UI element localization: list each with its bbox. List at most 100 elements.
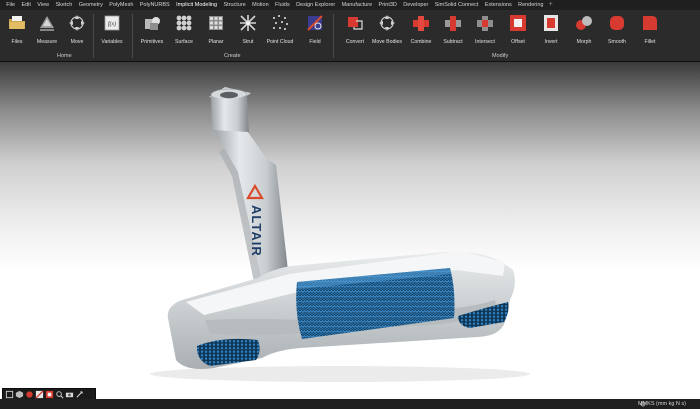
- strut-label: Strut: [242, 39, 254, 45]
- menu-file[interactable]: File: [3, 0, 18, 10]
- variables-icon: f(x): [104, 15, 120, 31]
- ribbon-separator: [333, 14, 334, 58]
- menu-implicit-modeling[interactable]: Implicit Modeling: [172, 0, 221, 11]
- convert-button[interactable]: Convert: [338, 12, 372, 52]
- strut-lattice-icon: [240, 15, 256, 31]
- variables-label: Variables: [101, 39, 123, 45]
- subtract-icon: [445, 16, 461, 31]
- variables-button[interactable]: f(x) Variables: [95, 12, 129, 52]
- invert-button[interactable]: Invert: [534, 12, 568, 52]
- primitives-icon: [145, 17, 160, 30]
- strut-button[interactable]: Strut: [231, 12, 265, 52]
- invert-label: Invert: [544, 39, 558, 45]
- surface-button[interactable]: Surface: [167, 12, 201, 52]
- menu-bar: File Edit View Sketch Geometry PolyMesh …: [0, 0, 700, 11]
- menu-geometry[interactable]: Geometry: [76, 0, 107, 10]
- move-bodies-button[interactable]: Move Bodies: [370, 12, 404, 52]
- shading-icon[interactable]: [25, 390, 34, 399]
- planar-button[interactable]: Planar: [199, 12, 233, 52]
- add-tab-button[interactable]: +: [547, 0, 553, 10]
- move-icon: [69, 15, 85, 31]
- surface-label: Surface: [175, 39, 193, 45]
- ribbon-separator: [93, 14, 94, 58]
- point-cloud-icon: [273, 15, 288, 30]
- move-bodies-icon: [379, 15, 395, 31]
- menu-sketch[interactable]: Sketch: [52, 0, 75, 10]
- measure-button[interactable]: Measure: [30, 12, 64, 52]
- orient-icon[interactable]: [75, 390, 84, 399]
- menu-print3d[interactable]: Print3D: [375, 0, 400, 10]
- offset-icon: [510, 15, 526, 31]
- snapshot-icon[interactable]: [65, 390, 74, 399]
- primitives-label: Primitives: [140, 39, 164, 45]
- planar-lattice-icon: [209, 16, 223, 30]
- invert-icon: [544, 15, 558, 31]
- variables-glyph: f(x): [108, 21, 116, 28]
- morph-button[interactable]: Morph: [567, 12, 601, 52]
- menu-extensions[interactable]: Extensions: [482, 0, 515, 10]
- surface-lattice-icon: [176, 15, 192, 31]
- model-brand-text: ALTAIR: [249, 205, 264, 257]
- field-button[interactable]: Field: [298, 12, 332, 52]
- group-home-label: Home: [57, 53, 72, 59]
- menu-view[interactable]: View: [34, 0, 52, 10]
- intersect-label: Intersect: [475, 39, 495, 45]
- point-cloud-button[interactable]: Point Cloud: [263, 12, 297, 52]
- menu-manufacture[interactable]: Manufacture: [338, 0, 375, 10]
- ribbon: Files Measure Move f(x) Variables Home P…: [0, 10, 700, 62]
- putter-model[interactable]: ALTAIR: [0, 62, 700, 399]
- move-bodies-label: Move Bodies: [372, 39, 402, 45]
- fillet-label: Fillet: [644, 39, 656, 45]
- isometric-view-icon[interactable]: [15, 390, 24, 399]
- field-icon: [307, 15, 323, 31]
- menu-simsolid-connect[interactable]: SimSolid Connect: [432, 0, 482, 10]
- files-label: Files: [11, 39, 23, 45]
- files-button[interactable]: Files: [0, 12, 34, 52]
- intersect-icon: [477, 16, 493, 31]
- render-icon[interactable]: [45, 390, 54, 399]
- menu-fluids[interactable]: Fluids: [272, 0, 293, 10]
- menu-developer[interactable]: Developer: [400, 0, 431, 10]
- menu-polymesh[interactable]: PolyMesh: [106, 0, 137, 10]
- smooth-label: Smooth: [608, 39, 626, 45]
- combine-label: Combine: [410, 39, 432, 45]
- group-modify-label: Modify: [492, 53, 509, 59]
- fillet-icon: [643, 16, 657, 30]
- subtract-button[interactable]: Subtract: [436, 12, 470, 52]
- morph-label: Morph: [576, 39, 592, 45]
- smooth-button[interactable]: Smooth: [600, 12, 634, 52]
- smooth-icon: [610, 16, 624, 30]
- measure-label: Measure: [36, 39, 58, 45]
- field-label: Field: [309, 39, 321, 45]
- menu-rendering[interactable]: Rendering: [515, 0, 547, 10]
- planar-label: Planar: [208, 39, 224, 45]
- folder-icon: [9, 16, 25, 29]
- measure-icon: [40, 16, 54, 31]
- move-button[interactable]: Move: [60, 12, 94, 52]
- menu-motion[interactable]: Motion: [249, 0, 272, 10]
- ribbon-separator: [132, 14, 133, 58]
- combine-button[interactable]: Combine: [404, 12, 438, 52]
- point-cloud-label: Point Cloud: [266, 39, 294, 45]
- menu-edit[interactable]: Edit: [18, 0, 34, 10]
- offset-button[interactable]: Offset: [501, 12, 535, 52]
- subtract-label: Subtract: [443, 39, 463, 45]
- modeling-viewport[interactable]: ALTAIR: [0, 62, 700, 399]
- menu-design-explorer[interactable]: Design Explorer: [293, 0, 339, 10]
- move-label: Move: [70, 39, 84, 45]
- morph-icon: [576, 16, 592, 30]
- intersect-button[interactable]: Intersect: [468, 12, 502, 52]
- menu-structure[interactable]: Structure: [220, 0, 249, 10]
- group-create-label: Create: [224, 53, 241, 59]
- view-cube-icon[interactable]: [5, 390, 14, 399]
- convert-label: Convert: [345, 39, 365, 45]
- convert-icon: [348, 17, 363, 30]
- section-view-icon[interactable]: [35, 389, 44, 399]
- zoom-icon[interactable]: [55, 390, 64, 399]
- fillet-button[interactable]: Fillet: [633, 12, 667, 52]
- primitives-button[interactable]: Primitives: [135, 12, 169, 52]
- combine-icon: [413, 16, 429, 31]
- menu-polynurbs[interactable]: PolyNURBS: [137, 0, 173, 10]
- offset-label: Offset: [511, 39, 525, 45]
- unit-system-selector[interactable]: MMKS (mm kg N s): [638, 399, 686, 409]
